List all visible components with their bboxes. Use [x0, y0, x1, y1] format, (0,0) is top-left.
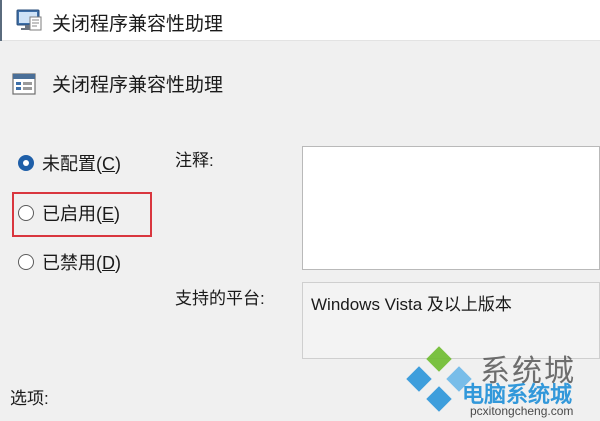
supported-platform-value: Windows Vista 及以上版本: [311, 295, 512, 314]
window-edge: [0, 0, 2, 41]
radio-enabled[interactable]: 已启用(E): [18, 200, 120, 226]
radio-button[interactable]: [18, 155, 34, 171]
radio-not-configured[interactable]: 未配置(C): [18, 150, 121, 176]
title-bar: 关闭程序兼容性助理: [0, 0, 600, 41]
supported-platform-label: 支持的平台:: [175, 289, 265, 308]
policy-title: 关闭程序兼容性助理: [52, 75, 224, 96]
policy-setting-icon: [16, 9, 42, 31]
radio-disabled[interactable]: 已禁用(D): [18, 249, 121, 275]
radio-button[interactable]: [18, 254, 34, 270]
radio-button[interactable]: [18, 205, 34, 221]
radio-label: 已启用(E): [42, 204, 121, 224]
comment-field[interactable]: [302, 146, 600, 270]
options-section-label: 选项:: [10, 389, 49, 408]
window-title: 关闭程序兼容性助理: [52, 14, 224, 35]
radio-label: 未配置(C): [42, 154, 121, 174]
policy-icon: [12, 73, 36, 95]
watermark-url: pcxitongcheng.com: [470, 404, 574, 418]
comment-label: 注释:: [175, 151, 214, 170]
radio-label: 已禁用(D): [42, 253, 121, 273]
